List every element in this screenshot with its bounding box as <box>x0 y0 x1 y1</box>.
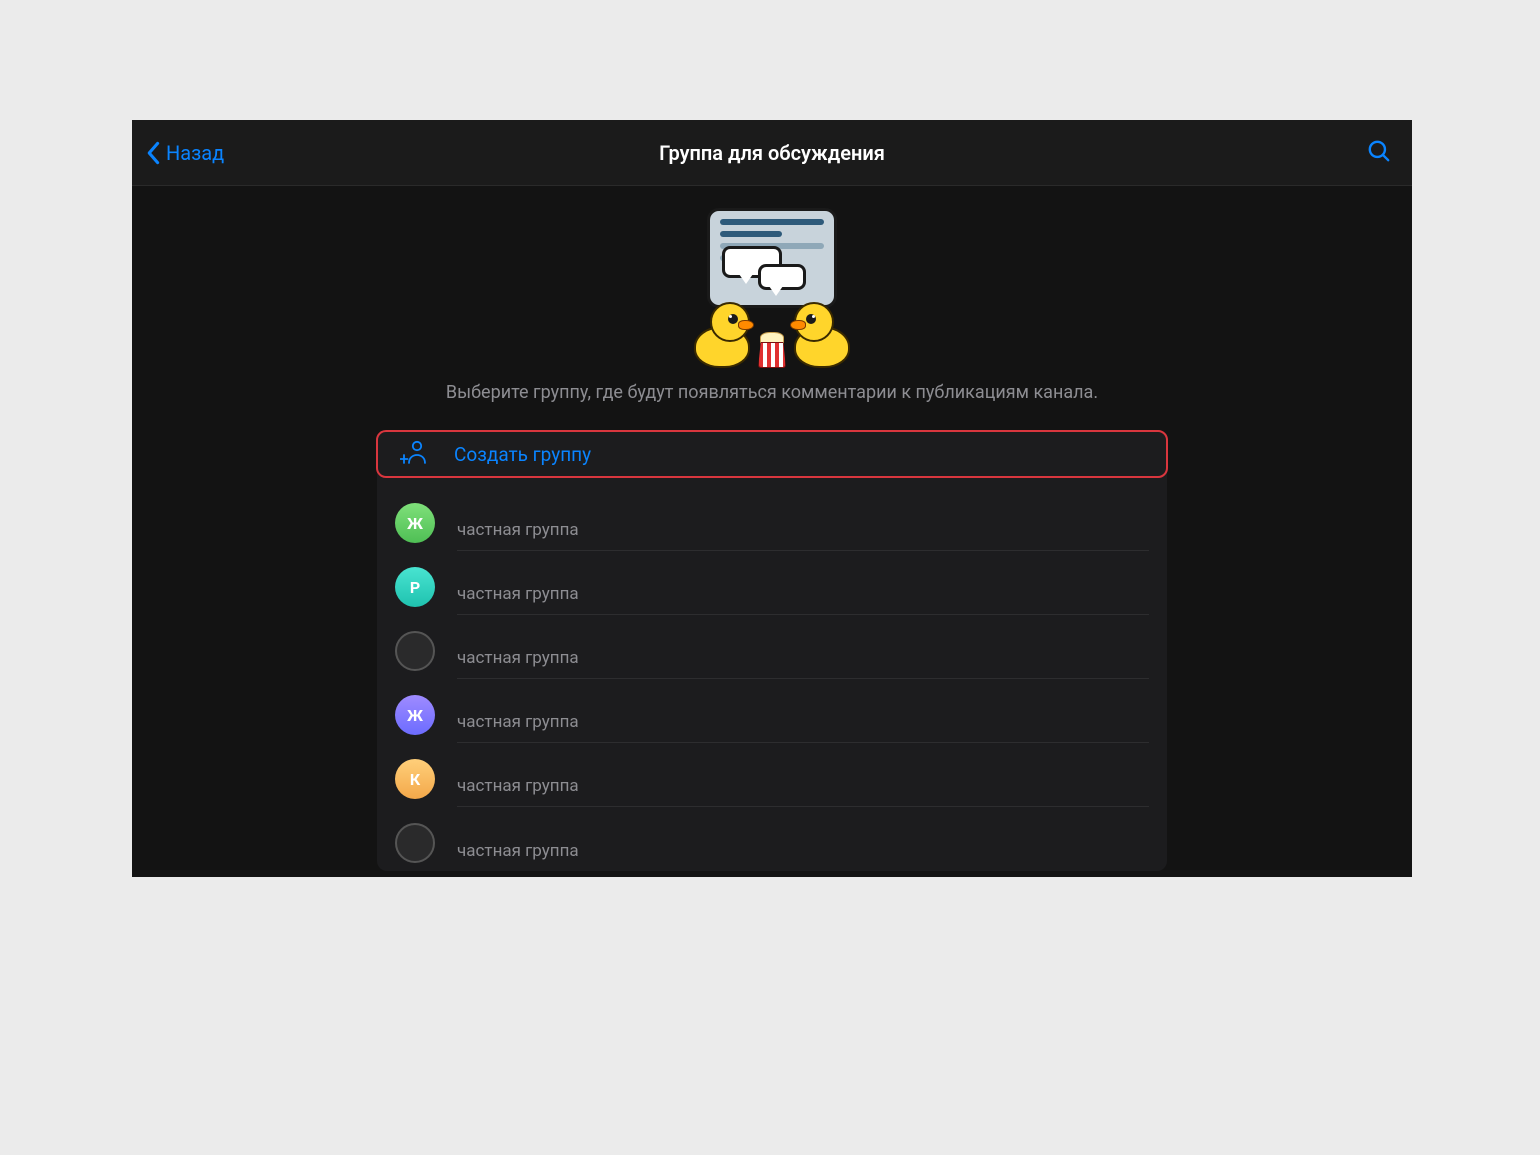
create-group-button[interactable]: Создать группу <box>376 430 1168 478</box>
content: Выберите группу, где будут появляться ко… <box>132 186 1412 871</box>
group-row[interactable]: Кчастная группа <box>377 743 1167 807</box>
group-row[interactable]: частная группа <box>377 807 1167 871</box>
group-body: частная группа <box>457 751 1149 807</box>
group-list: Жчастная группаPчастная группачастная гр… <box>377 477 1167 871</box>
navbar: Назад Группа для обсуждения <box>132 120 1412 186</box>
avatar <box>395 823 435 863</box>
group-subtitle: частная группа <box>457 584 1149 604</box>
group-row[interactable]: Жчастная группа <box>377 679 1167 743</box>
create-group-label: Создать группу <box>454 443 591 466</box>
group-subtitle: частная группа <box>457 648 1149 668</box>
back-button[interactable]: Назад <box>146 141 224 165</box>
popcorn-icon <box>758 332 786 368</box>
avatar: Ж <box>395 503 435 543</box>
speech-bubble-icon <box>758 264 806 290</box>
group-body: частная группа <box>457 623 1149 679</box>
avatar: P <box>395 567 435 607</box>
group-list-container: Создать группу Жчастная группаPчастная г… <box>377 431 1167 871</box>
group-subtitle: частная группа <box>457 776 1149 796</box>
page-title: Группа для обсуждения <box>659 141 885 165</box>
group-body: частная группа <box>457 687 1149 743</box>
group-subtitle: частная группа <box>457 520 1149 540</box>
add-person-icon <box>400 439 428 469</box>
avatar: Ж <box>395 695 435 735</box>
group-subtitle: частная группа <box>457 841 1149 861</box>
group-row[interactable]: Pчастная группа <box>377 551 1167 615</box>
app-window: Назад Группа для обсуждения <box>132 120 1412 877</box>
duck-icon <box>686 296 758 368</box>
back-label: Назад <box>166 141 224 165</box>
group-body: частная группа <box>457 559 1149 615</box>
avatar: К <box>395 759 435 799</box>
group-body: частная группа <box>457 495 1149 551</box>
discussion-illustration <box>682 208 862 368</box>
group-row[interactable]: Жчастная группа <box>377 487 1167 551</box>
group-row[interactable]: частная группа <box>377 615 1167 679</box>
description-text: Выберите группу, где будут появляться ко… <box>446 382 1098 403</box>
group-body: частная группа <box>457 815 1149 871</box>
search-icon <box>1366 138 1392 164</box>
chevron-left-icon <box>146 141 162 165</box>
duck-icon <box>786 296 858 368</box>
avatar <box>395 631 435 671</box>
group-subtitle: частная группа <box>457 712 1149 732</box>
search-button[interactable] <box>1360 132 1398 174</box>
